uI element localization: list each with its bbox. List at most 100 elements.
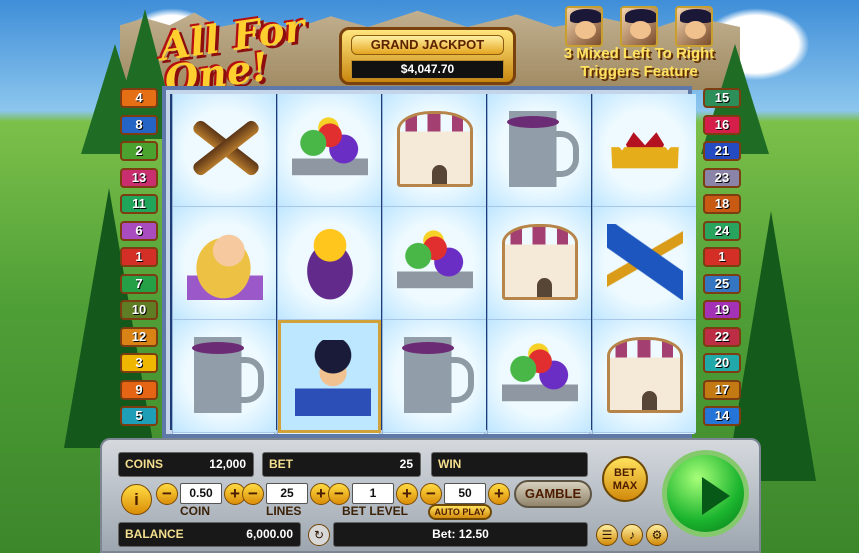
reel-2 (277, 94, 381, 434)
right-payline-19[interactable]: 19 (703, 300, 741, 320)
left-payline-9[interactable]: 9 (120, 379, 158, 400)
reel-4 (487, 94, 591, 434)
feature-line-1: 3 Mixed Left To Right (563, 45, 715, 62)
feature-line-2: Triggers Feature (580, 63, 698, 80)
bet-level-plus-button[interactable]: + (396, 483, 418, 505)
mug-symbol (502, 111, 579, 187)
auto-play-button[interactable]: AUTO PLAY (428, 504, 492, 520)
auto-play-value: 50 (444, 483, 486, 504)
bet-level-minus-button[interactable]: − (328, 483, 350, 505)
left-payline-8[interactable]: 8 (120, 114, 158, 135)
right-payline-18[interactable]: 18 (703, 194, 741, 214)
reel-cell-4-1 (488, 94, 591, 207)
reel-cell-5-1 (593, 94, 696, 207)
balance-display: BALANCE 6,000.00 (118, 522, 301, 547)
right-payline-17[interactable]: 17 (703, 379, 741, 400)
right-payline-15[interactable]: 15 (703, 88, 741, 108)
menu-icon[interactable]: ☰ (596, 524, 618, 546)
bet-max-line-1: BET (614, 467, 636, 479)
left-payline-7[interactable]: 7 (120, 273, 158, 294)
gamble-button[interactable]: GAMBLE (514, 480, 592, 508)
fruit-bowl-symbol (397, 224, 473, 300)
reel-cell-3-1 (383, 94, 486, 207)
musketeer-portrait-2 (620, 6, 658, 47)
bet-max-button[interactable]: BET MAX (602, 456, 648, 502)
right-payline-21[interactable]: 21 (703, 141, 741, 161)
lines-minus-button[interactable]: − (242, 483, 264, 505)
reels-frame (162, 86, 696, 438)
reel-5 (592, 94, 696, 434)
reel-cell-4-2 (488, 207, 591, 320)
left-payline-13[interactable]: 13 (120, 167, 158, 188)
feature-text: 3 Mixed Left To Right Triggers Feature (539, 45, 739, 89)
jackpot-title: GRAND JACKPOT (351, 35, 504, 55)
reel-cell-2-1 (278, 94, 381, 207)
jackpot-amount: $4,047.70 (351, 60, 504, 79)
left-payline-3[interactable]: 3 (120, 353, 158, 373)
right-payline-20[interactable]: 20 (703, 353, 741, 373)
reel-1 (172, 94, 276, 434)
coin-value: 0.50 (180, 483, 222, 504)
bet-summary: Bet: 12.50 (333, 522, 588, 547)
settings-icon[interactable]: ⚙ (646, 524, 668, 546)
crown-symbol (610, 132, 680, 171)
castle-symbol (502, 224, 578, 300)
left-payline-10[interactable]: 10 (120, 300, 158, 320)
reel-cell-1-3 (173, 320, 276, 433)
left-payline-11[interactable]: 11 (120, 194, 158, 214)
castle-symbol (607, 337, 683, 413)
sound-icon[interactable]: ♪ (621, 524, 643, 546)
crossed-pistols-symbol (187, 111, 263, 187)
coins-value: 12,000 (209, 457, 246, 471)
bet-max-line-2: MAX (612, 480, 638, 492)
refresh-icon[interactable]: ↻ (308, 524, 330, 546)
right-payline-16[interactable]: 16 (703, 114, 741, 135)
musketeer-symbol (295, 340, 371, 416)
horn-flag-symbol (607, 224, 683, 300)
reel-cell-2-3 (278, 320, 381, 433)
musketeer-portrait-1 (565, 6, 603, 47)
right-payline-1[interactable]: 1 (703, 247, 741, 267)
left-payline-5[interactable]: 5 (120, 406, 158, 426)
right-payline-22[interactable]: 22 (703, 326, 741, 347)
lady-symbol (187, 224, 263, 300)
reel-cell-3-3 (383, 320, 486, 433)
right-payline-25[interactable]: 25 (703, 273, 741, 294)
left-payline-6[interactable]: 6 (120, 220, 158, 241)
left-payline-1[interactable]: 1 (120, 247, 158, 267)
left-payline-2[interactable]: 2 (120, 141, 158, 161)
right-payline-23[interactable]: 23 (703, 167, 741, 188)
gold-bag-symbol (292, 224, 368, 300)
coins-label: COINS (125, 457, 164, 471)
lines-value: 25 (266, 483, 308, 504)
left-payline-12[interactable]: 12 (120, 326, 158, 347)
coin-label: COIN (180, 504, 210, 518)
bet-level-value: 1 (352, 483, 394, 504)
reel-cell-5-2 (593, 207, 696, 320)
musketeer-portrait-3 (675, 6, 713, 47)
bet-display: BET 25 (262, 452, 421, 477)
reel-cell-1-2 (173, 207, 276, 320)
balance-label: BALANCE (125, 527, 184, 541)
win-display: WIN (431, 452, 588, 477)
reel-3 (382, 94, 486, 434)
auto-play-minus-button[interactable]: − (420, 483, 442, 505)
coin-minus-button[interactable]: − (156, 483, 178, 505)
reel-cell-3-2 (383, 207, 486, 320)
left-payline-4[interactable]: 4 (120, 88, 158, 108)
mug-symbol (397, 337, 474, 413)
reel-cell-2-2 (278, 207, 381, 320)
balance-value: 6,000.00 (246, 527, 293, 541)
right-payline-24[interactable]: 24 (703, 220, 741, 241)
bet-label: BET (269, 457, 293, 471)
spin-button[interactable] (662, 450, 749, 537)
reel-cell-4-3 (488, 320, 591, 433)
reel-cell-5-3 (593, 320, 696, 433)
info-button[interactable]: i (121, 484, 152, 515)
fruit-bowl-symbol (292, 111, 368, 187)
lines-label: LINES (266, 504, 302, 518)
mug-symbol (187, 337, 264, 413)
right-payline-14[interactable]: 14 (703, 406, 741, 426)
reel-cell-1-1 (173, 94, 276, 207)
auto-play-plus-button[interactable]: + (488, 483, 510, 505)
